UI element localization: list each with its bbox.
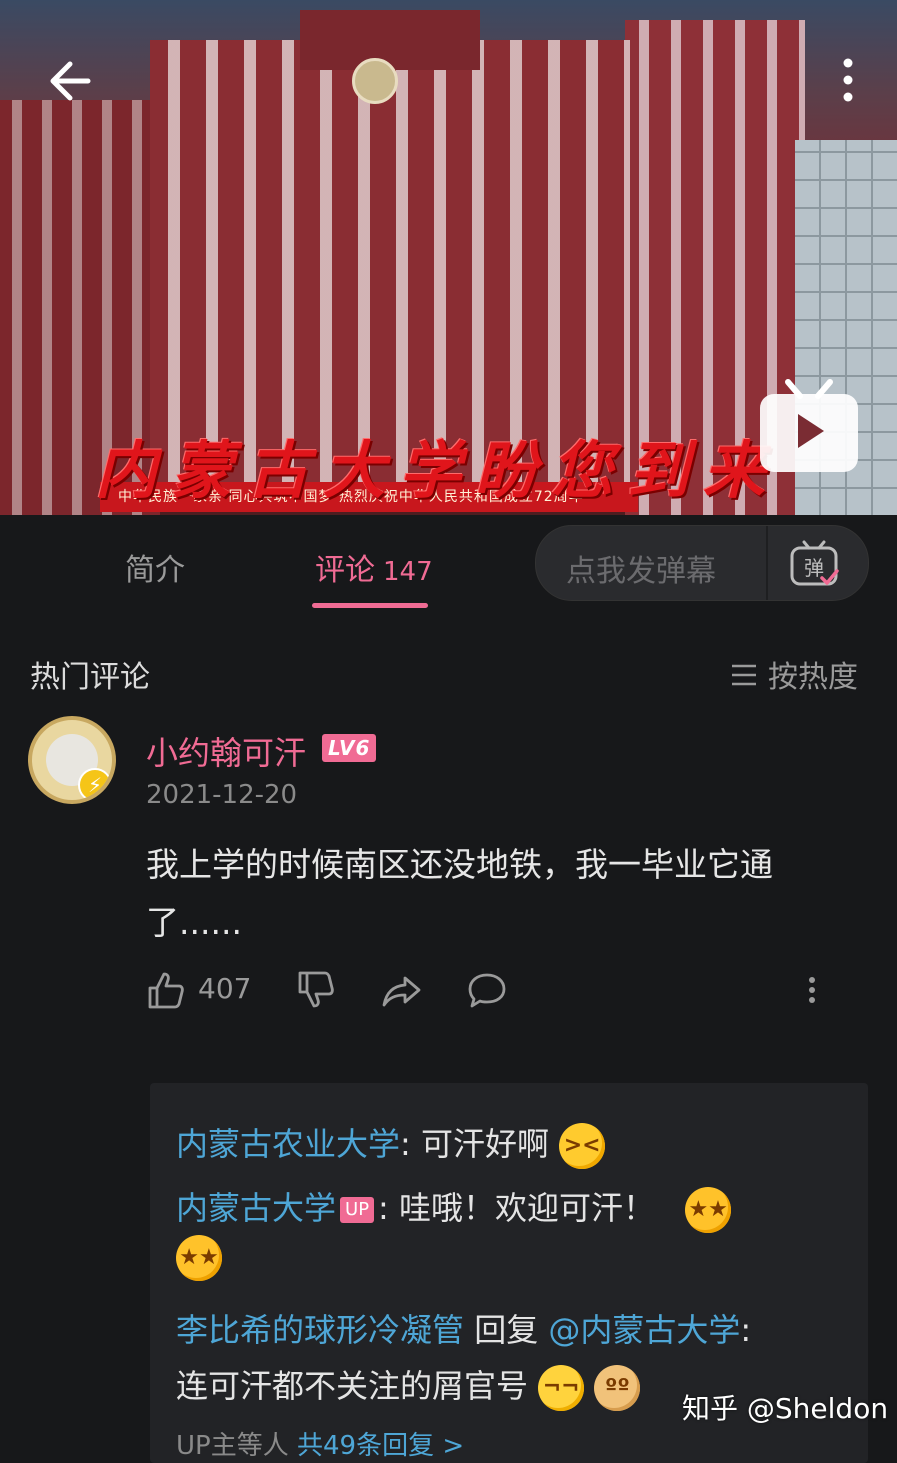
- reply-item-continuation: ★★: [176, 1235, 222, 1281]
- zhihu-watermark: 知乎 @Sheldon: [682, 1392, 889, 1425]
- like-count: 407: [198, 972, 252, 1005]
- thumbs-up-icon: [148, 972, 184, 1009]
- reply-item[interactable]: 李比希的球形冷凝管 回复 @内蒙古大学:: [176, 1305, 751, 1351]
- share-arrow-icon: [382, 976, 421, 1007]
- danmu-icon-label: 弹: [804, 556, 824, 580]
- active-tab-indicator: [312, 603, 428, 608]
- starry-eyes-emoji-icon: ★★: [176, 1235, 222, 1281]
- tab-bar: 简介 评论 147 点我发弹幕 弹: [0, 515, 897, 610]
- comment-more-button[interactable]: [802, 966, 822, 1016]
- chat-bubble-icon: [468, 973, 506, 1008]
- video-frame-tower: [300, 10, 480, 70]
- reply-author[interactable]: 内蒙古大学: [176, 1189, 336, 1227]
- like-button[interactable]: 407: [146, 966, 256, 1016]
- more-vertical-icon: [843, 58, 853, 102]
- danmu-divider: [766, 526, 768, 600]
- comment-text: 我上学的时候南区还没地铁，我一毕业它通了......: [146, 845, 773, 942]
- danmu-input[interactable]: 点我发弹幕 弹: [535, 525, 869, 601]
- more-replies-link[interactable]: UP主等人 共49条回复 >: [176, 1425, 464, 1462]
- danmu-toggle-icon[interactable]: 弹: [788, 538, 840, 590]
- comment-actions: 407: [146, 966, 846, 1022]
- reply-mention[interactable]: @内蒙古大学: [548, 1311, 740, 1349]
- video-frame-clock: [352, 58, 398, 104]
- share-button[interactable]: [381, 966, 423, 1016]
- hot-comments-title: 热门评论: [30, 660, 150, 695]
- more-vertical-icon: [809, 977, 815, 1003]
- reply-item[interactable]: 内蒙古大学 UP: 哇哦！欢迎可汗！ ★★: [176, 1183, 732, 1233]
- sort-label: 按热度: [768, 660, 858, 695]
- verified-lightning-icon: ⚡: [78, 768, 112, 800]
- laughing-emoji-icon: ><: [559, 1123, 606, 1169]
- reply-author[interactable]: 内蒙古农业大学: [176, 1125, 400, 1163]
- video-overlay-title: 内蒙古大学盼您到来: [95, 434, 780, 507]
- video-player[interactable]: 中华民族一家亲 同心共筑中国梦 热烈庆祝中华人民共和国成立72周年 内蒙古大学盼…: [0, 0, 897, 515]
- more-options-button[interactable]: [830, 55, 866, 107]
- starry-eyes-emoji-icon: ★★: [685, 1187, 732, 1233]
- reply-item-continuation: 连可汗都不关注的屑官号 ¬¬ ºº: [176, 1361, 641, 1411]
- reply-author[interactable]: 李比希的球形冷凝管: [176, 1311, 464, 1349]
- more-replies-count[interactable]: 共49条回复 >: [297, 1431, 464, 1461]
- doge-emoji-icon: ºº: [594, 1365, 641, 1411]
- level-badge: LV6: [322, 734, 377, 762]
- danmu-placeholder: 点我发弹幕: [566, 554, 716, 589]
- comment-date: 2021-12-20: [146, 780, 298, 810]
- reply-button[interactable]: [466, 966, 508, 1016]
- reply-item[interactable]: 内蒙古农业大学: 可汗好啊 ><: [176, 1119, 606, 1169]
- reply-text: :: [740, 1311, 752, 1349]
- arrow-left-icon: [50, 61, 91, 101]
- tab-comments[interactable]: 评论 147: [315, 545, 433, 589]
- comment-username[interactable]: 小约翰可汗: [146, 728, 306, 774]
- hot-comments-header: 热门评论 按热度: [0, 610, 897, 710]
- back-button[interactable]: [44, 55, 96, 107]
- tab-comments-count: 147: [383, 557, 433, 587]
- smug-emoji-icon: ¬¬: [538, 1365, 585, 1411]
- reply-text: 连可汗都不关注的屑官号: [176, 1367, 529, 1405]
- more-replies-prefix: UP主等人: [176, 1431, 297, 1461]
- dislike-button[interactable]: [296, 966, 336, 1016]
- sort-list-icon: [730, 661, 758, 696]
- bilibili-tv-play-icon[interactable]: [758, 378, 860, 474]
- up-badge: UP: [340, 1197, 375, 1223]
- avatar[interactable]: ⚡: [28, 716, 116, 804]
- sort-button[interactable]: 按热度: [730, 652, 858, 696]
- reply-mid: 回复: [464, 1311, 549, 1349]
- tab-intro[interactable]: 简介: [125, 545, 185, 589]
- reply-text: : 哇哦！欢迎可汗！: [378, 1189, 656, 1227]
- reply-text: : 可汗好啊: [400, 1125, 549, 1163]
- tab-comments-label: 评论: [315, 553, 375, 588]
- thumbs-down-icon: [298, 971, 334, 1008]
